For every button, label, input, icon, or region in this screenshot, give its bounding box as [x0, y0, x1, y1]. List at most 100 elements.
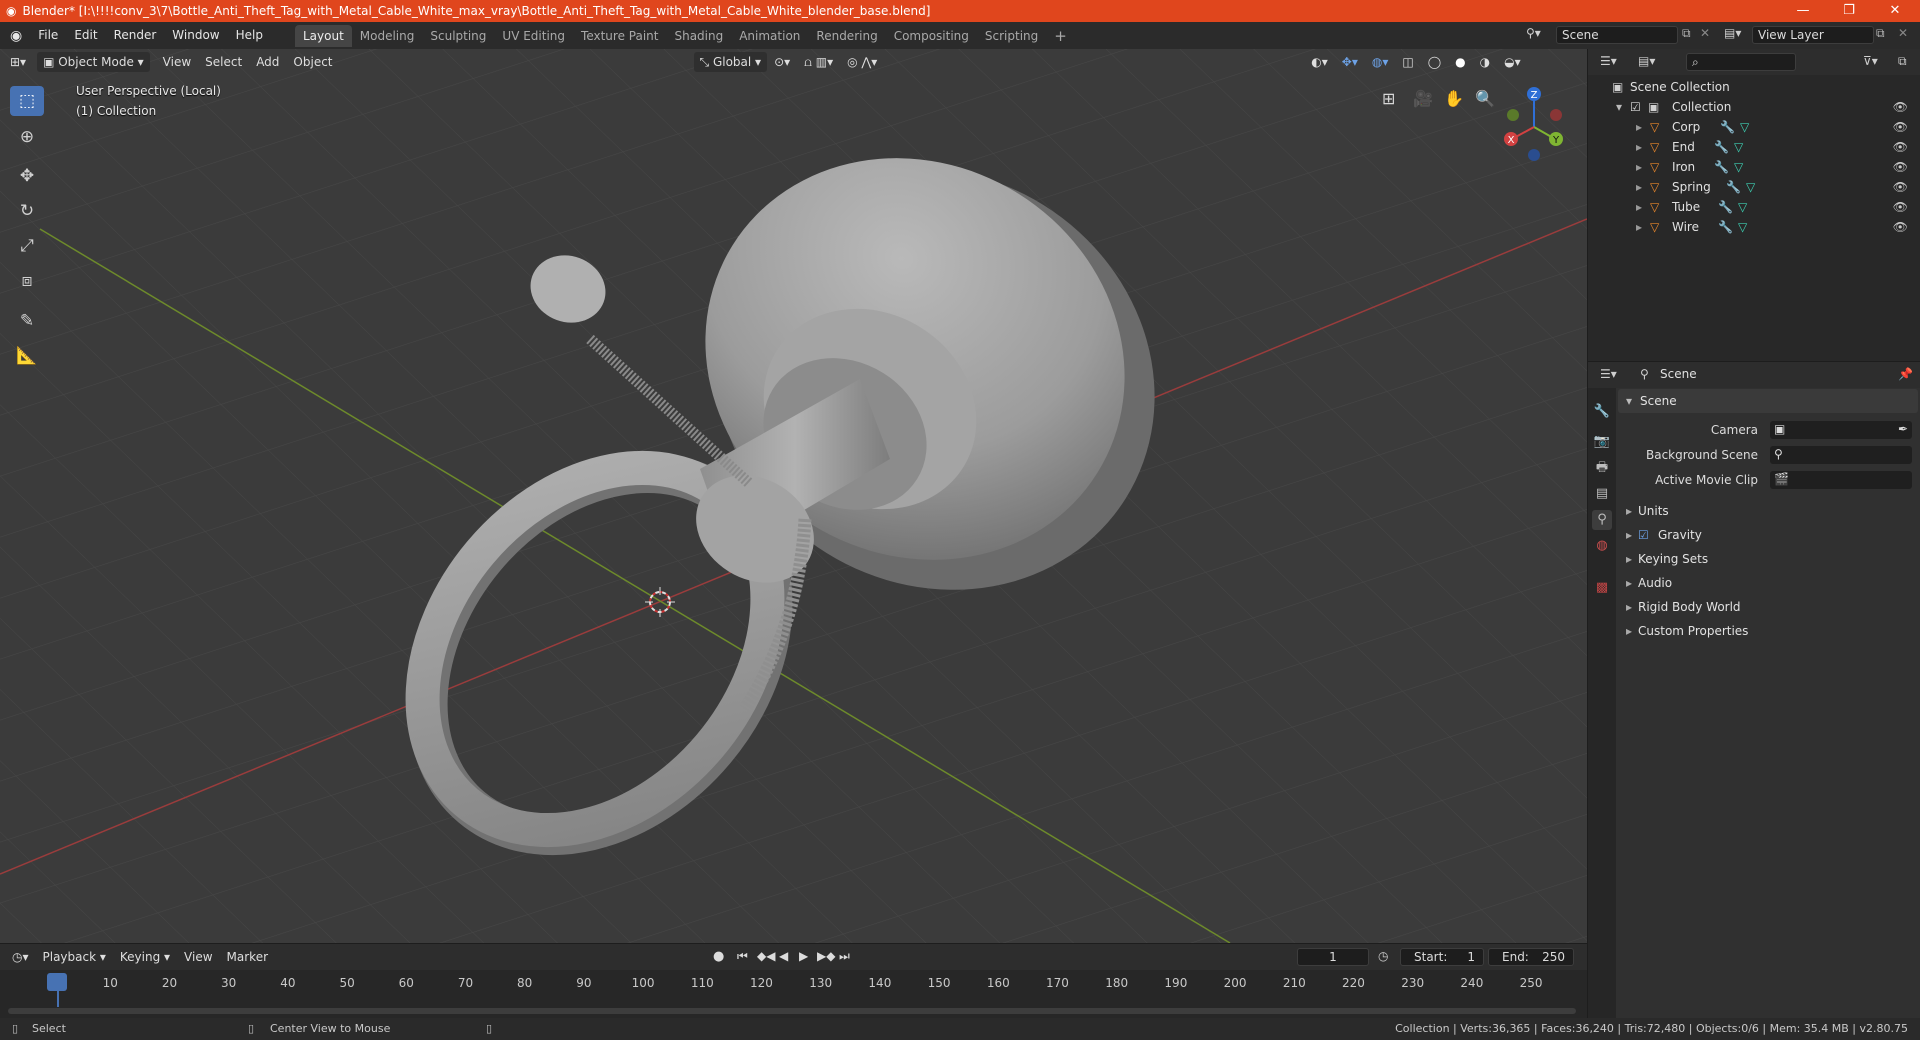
annotate-tool-icon[interactable]: ✎	[10, 306, 44, 336]
properties-editor-type-icon[interactable]: ☰▾	[1600, 367, 1617, 381]
jump-keyframe-forward-icon[interactable]: ▶◆	[817, 949, 835, 963]
workspace-tab-compositing[interactable]: Compositing	[886, 25, 977, 47]
outliner-row-collection[interactable]: ▾ ☑ ▣ Collection 👁	[1588, 97, 1920, 117]
scene-section-header[interactable]: ▾ Scene	[1618, 389, 1918, 413]
workspace-tab-scripting[interactable]: Scripting	[977, 25, 1046, 47]
outliner-row-spring[interactable]: ▸ ▽ Spring 🔧 ▽ 👁	[1588, 177, 1920, 197]
camera-view-icon[interactable]: 🎥	[1413, 89, 1433, 108]
play-icon[interactable]: ▶	[799, 949, 808, 963]
timeline-menu-playback[interactable]: Playback ▾	[36, 947, 113, 967]
play-reverse-icon[interactable]: ◀	[779, 949, 788, 963]
menu-file[interactable]: File	[30, 22, 66, 49]
workspace-tab-sculpting[interactable]: Sculpting	[422, 25, 494, 47]
start-frame-field[interactable]: Start: 1	[1400, 948, 1484, 966]
expand-arrow-icon[interactable]: ▸	[1636, 137, 1642, 157]
tool-tab-icon[interactable]: 🔧	[1592, 402, 1612, 422]
record-icon[interactable]: ●	[713, 949, 724, 964]
viewport-menu-view[interactable]: View	[156, 52, 198, 72]
close-button[interactable]: ✕	[1872, 0, 1918, 22]
expand-arrow-icon[interactable]: ▸	[1636, 197, 1642, 217]
outliner-display-mode-icon[interactable]: ▤▾	[1638, 54, 1655, 68]
outliner-row-tube[interactable]: ▸ ▽ Tube 🔧 ▽ 👁	[1588, 197, 1920, 217]
mesh-data-icon[interactable]: ▽	[1740, 117, 1749, 137]
zoom-view-icon[interactable]: 🔍	[1475, 89, 1495, 108]
workspace-tab-texture-paint[interactable]: Texture Paint	[573, 25, 666, 47]
proportional-editing-icon[interactable]: ◎ ⋀▾	[840, 52, 884, 72]
viewport-menu-object[interactable]: Object	[286, 52, 339, 72]
outliner-new-collection-icon[interactable]: ⧉	[1898, 54, 1907, 69]
workspace-tab-animation[interactable]: Animation	[731, 25, 808, 47]
editor-type-icon[interactable]: ⊞▾	[0, 52, 33, 72]
current-frame-field[interactable]: 1	[1297, 948, 1369, 966]
visibility-eye-icon[interactable]: 👁	[1893, 217, 1908, 237]
shading-solid-icon[interactable]: ●	[1448, 52, 1472, 72]
workspace-tab-rendering[interactable]: Rendering	[808, 25, 885, 47]
expand-arrow-icon[interactable]: ▸	[1636, 217, 1642, 237]
visibility-icon[interactable]: ◐▾	[1304, 52, 1335, 72]
scene-remove-icon[interactable]: ✕	[1700, 26, 1710, 40]
audio-section-header[interactable]: ▸ Audio	[1618, 571, 1918, 595]
blender-menu-icon[interactable]: ◉	[0, 28, 30, 44]
timeline-menu-view[interactable]: View	[177, 947, 219, 967]
3d-viewport[interactable]: Z Y X	[0, 49, 1587, 943]
view-layer-browse-icon[interactable]: ▤▾	[1724, 26, 1741, 40]
snap-icon[interactable]: ⩍ ▥▾	[797, 52, 840, 72]
units-section-header[interactable]: ▸ Units	[1618, 499, 1918, 523]
workspace-tab-layout[interactable]: Layout	[294, 24, 352, 47]
jump-end-icon[interactable]: ⏭	[839, 949, 850, 964]
scene-browse-icon[interactable]: ⚲▾	[1526, 26, 1541, 40]
transform-tool-icon[interactable]: ⧈	[10, 266, 44, 296]
active-movie-clip-field[interactable]: 🎬	[1770, 471, 1912, 489]
measure-tool-icon[interactable]: 📐	[10, 341, 44, 371]
workspace-tab-shading[interactable]: Shading	[666, 25, 731, 47]
eyedropper-icon[interactable]: ✒	[1898, 422, 1908, 436]
rotate-tool-icon[interactable]: ↻	[10, 196, 44, 226]
mesh-data-icon[interactable]: ▽	[1734, 137, 1743, 157]
gravity-checkbox[interactable]: ☑	[1638, 523, 1649, 547]
output-tab-icon[interactable]: 🖶	[1592, 458, 1612, 478]
view-layer-tab-icon[interactable]: ▤	[1592, 484, 1612, 504]
mode-dropdown[interactable]: ▣ Object Mode ▾	[37, 52, 150, 72]
expand-arrow-icon[interactable]: ▸	[1636, 157, 1642, 177]
overlay-toggle-icon[interactable]: ◍▾	[1365, 52, 1396, 72]
modifier-wrench-icon[interactable]: 🔧	[1718, 217, 1733, 237]
visibility-eye-icon[interactable]: 👁	[1893, 157, 1908, 177]
mesh-data-icon[interactable]: ▽	[1738, 197, 1747, 217]
timeline-menu-marker[interactable]: Marker	[220, 947, 275, 967]
menu-edit[interactable]: Edit	[66, 22, 105, 49]
workspace-tab-uv-editing[interactable]: UV Editing	[494, 25, 573, 47]
outliner-row-end[interactable]: ▸ ▽ End 🔧 ▽ 👁	[1588, 137, 1920, 157]
outliner-filter-icon[interactable]: ⊽▾	[1863, 54, 1878, 68]
visibility-eye-icon[interactable]: 👁	[1893, 117, 1908, 137]
preview-range-clock-icon[interactable]: ◷	[1378, 949, 1388, 963]
timeline-editor-type-icon[interactable]: ◷▾	[0, 947, 36, 967]
visibility-eye-icon[interactable]: 👁	[1893, 177, 1908, 197]
gizmo-toggle-icon[interactable]: ✥▾	[1335, 52, 1365, 72]
timeline-scrollbar[interactable]	[8, 1008, 1576, 1014]
scene-new-icon[interactable]: ⧉	[1682, 26, 1691, 41]
outliner-row-scene-collection[interactable]: ▣ Scene Collection	[1588, 77, 1920, 97]
toggle-grid-view-icon[interactable]: ⊞	[1382, 89, 1395, 108]
view-layer-remove-icon[interactable]: ✕	[1898, 26, 1908, 40]
mesh-data-icon[interactable]: ▽	[1746, 177, 1755, 197]
playhead[interactable]	[47, 973, 67, 991]
visibility-eye-icon[interactable]: 👁	[1893, 197, 1908, 217]
menu-window[interactable]: Window	[164, 22, 227, 49]
expand-arrow-icon[interactable]: ▸	[1636, 177, 1642, 197]
modifier-wrench-icon[interactable]: 🔧	[1714, 157, 1729, 177]
menu-render[interactable]: Render	[106, 22, 165, 49]
modifier-wrench-icon[interactable]: 🔧	[1726, 177, 1741, 197]
select-box-tool-icon[interactable]: ⬚	[10, 86, 44, 116]
transform-orientation-dropdown[interactable]: ⤡ Global ▾	[693, 52, 768, 72]
minimize-button[interactable]: —	[1780, 0, 1826, 22]
visibility-eye-icon[interactable]: 👁	[1893, 97, 1908, 117]
outliner-search-input[interactable]: ⌕	[1686, 53, 1796, 71]
view-layer-new-icon[interactable]: ⧉	[1876, 26, 1885, 41]
pan-view-hand-icon[interactable]: ✋	[1444, 89, 1464, 108]
shading-rendered-icon[interactable]: ◒▾	[1497, 52, 1528, 72]
maximize-button[interactable]: ❐	[1826, 0, 1872, 22]
pin-icon[interactable]: 📌	[1898, 367, 1913, 381]
modifier-wrench-icon[interactable]: 🔧	[1714, 137, 1729, 157]
scene-tab-icon[interactable]: ⚲	[1592, 510, 1612, 530]
add-workspace-icon[interactable]: +	[1046, 25, 1075, 47]
